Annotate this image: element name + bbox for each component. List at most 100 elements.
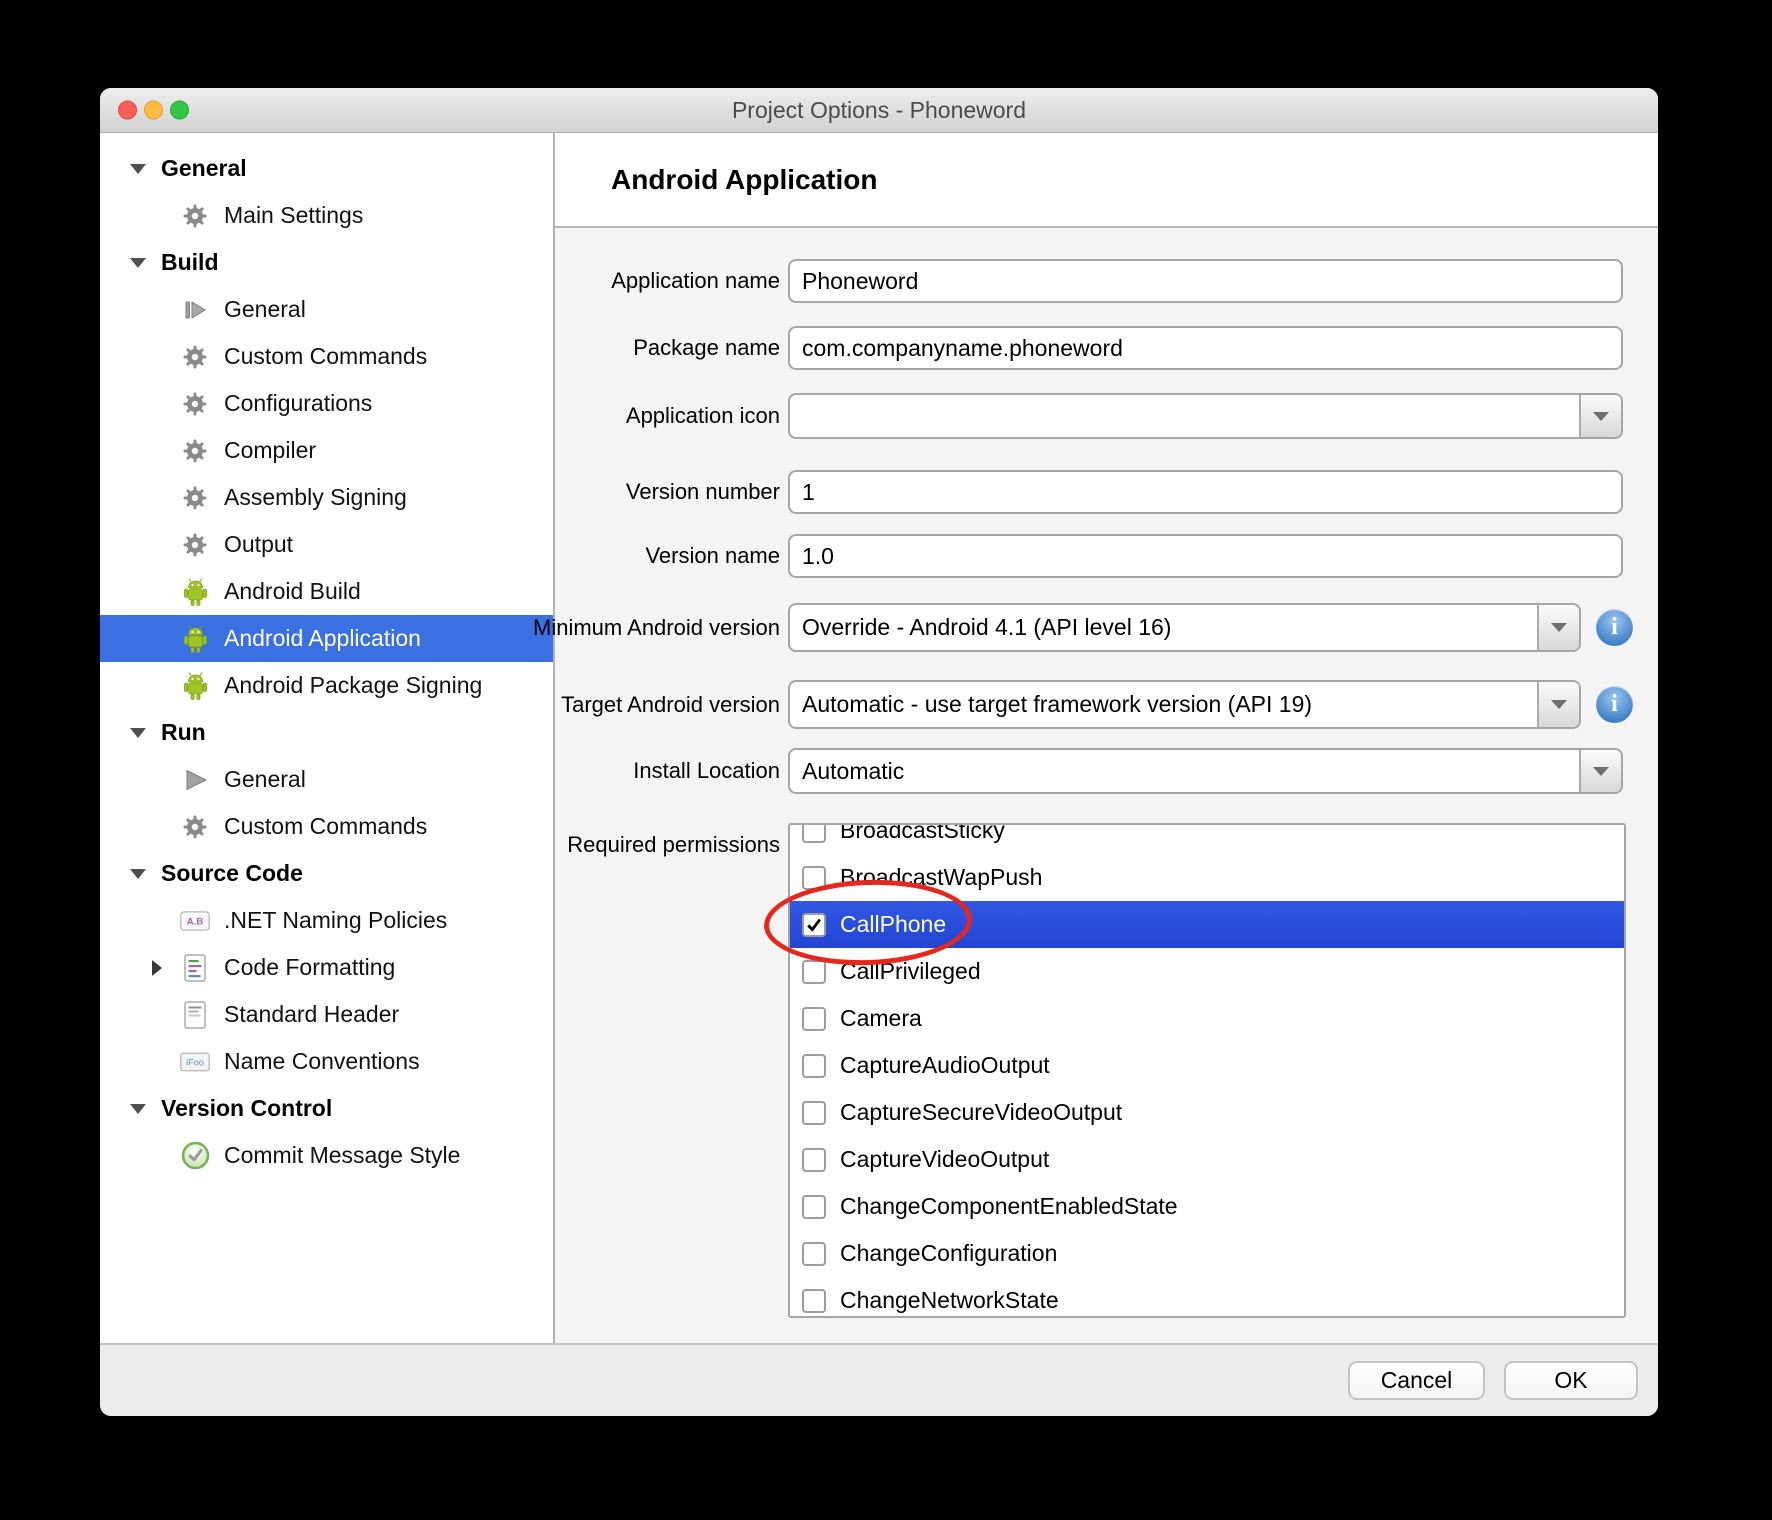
checkbox-checked[interactable] [802, 913, 826, 937]
disclosure-down-icon[interactable] [130, 1104, 146, 1114]
permission-capturesecurevideooutput[interactable]: CaptureSecureVideoOutput [790, 1089, 1624, 1136]
application-icon-select[interactable] [788, 393, 1623, 439]
sidebar-item-net-naming-policies[interactable]: A.B.NET Naming Policies [100, 897, 553, 944]
sidebar-tree: GeneralMain SettingsBuildGeneralCustom C… [100, 133, 555, 1343]
sidebar-section-general[interactable]: General [100, 145, 553, 192]
permission-callphone[interactable]: CallPhone [790, 901, 1624, 948]
close-window-button[interactable] [118, 101, 137, 120]
expander-right-icon[interactable] [152, 960, 162, 976]
checkbox-unchecked[interactable] [802, 1007, 826, 1031]
version-name-input[interactable]: 1.0 [788, 534, 1623, 578]
info-icon[interactable]: i [1596, 609, 1633, 646]
permission-changenetworkstate[interactable]: ChangeNetworkState [790, 1277, 1624, 1318]
required-permissions-list[interactable]: BroadcastSticky BroadcastWapPushCallPhone… [788, 823, 1626, 1318]
target-android-version-label: Target Android version [505, 680, 780, 729]
sidebar-section-source-code[interactable]: Source Code [100, 850, 553, 897]
permission-broadcastwappush[interactable]: BroadcastWapPush [790, 854, 1624, 901]
ifoo-badge-icon: iFoo [180, 1050, 210, 1074]
checkbox-unchecked[interactable] [802, 1195, 826, 1219]
checkbox-unchecked[interactable] [802, 1148, 826, 1172]
sidebar-item-main-settings[interactable]: Main Settings [100, 192, 553, 239]
permission-changecomponentenabledstate[interactable]: ChangeComponentEnabledState [790, 1183, 1624, 1230]
sidebar-item-label: Android Application [224, 625, 421, 652]
sidebar-section-label: General [161, 155, 247, 182]
sidebar-item-label: .NET Naming Policies [224, 907, 447, 934]
checkbox-unchecked[interactable] [802, 960, 826, 984]
minimum-android-version-select[interactable]: Override - Android 4.1 (API level 16) [788, 603, 1581, 652]
field-value: Automatic - use target framework version… [790, 682, 1579, 727]
application-name-label: Application name [505, 259, 780, 303]
disclosure-down-icon[interactable] [130, 258, 146, 268]
permission-name: ChangeComponentEnabledState [840, 1193, 1178, 1220]
permission-callprivileged[interactable]: CallPrivileged [790, 948, 1624, 995]
android-icon [180, 577, 210, 607]
info-icon[interactable]: i [1596, 686, 1633, 723]
permission-broadcaststicky[interactable]: BroadcastSticky [790, 823, 1624, 854]
gear-icon [180, 814, 210, 840]
sidebar-section-version-control[interactable]: Version Control [100, 1085, 553, 1132]
dropdown-button[interactable] [1579, 395, 1621, 437]
sidebar-item-label: Android Package Signing [224, 672, 482, 699]
dropdown-button[interactable] [1537, 605, 1579, 650]
checkbox-unchecked[interactable] [802, 866, 826, 890]
permission-camera[interactable]: Camera [790, 995, 1624, 1042]
sidebar-item-assembly-signing[interactable]: Assembly Signing [100, 474, 553, 521]
permission-name: BroadcastSticky [840, 823, 1005, 844]
sidebar-section-label: Source Code [161, 860, 303, 887]
sidebar-item-android-application[interactable]: Android Application [100, 615, 553, 662]
application-icon-label: Application icon [505, 393, 780, 439]
sidebar-item-label: Name Conventions [224, 1048, 420, 1075]
minimize-window-button[interactable] [144, 101, 163, 120]
sidebar-section-build[interactable]: Build [100, 239, 553, 286]
sidebar-item-standard-header[interactable]: Standard Header [100, 991, 553, 1038]
dialog-button-bar: Cancel OK [100, 1343, 1658, 1416]
required-permissions-label: Required permissions [505, 823, 780, 867]
checkbox-unchecked[interactable] [802, 1054, 826, 1078]
disclosure-down-icon[interactable] [130, 728, 146, 738]
gear-icon [180, 391, 210, 417]
sidebar-item-label: Assembly Signing [224, 484, 407, 511]
package-name-input[interactable]: com.companyname.phoneword [788, 326, 1623, 370]
checkbox-unchecked[interactable] [802, 1289, 826, 1313]
sidebar-item-name-conventions[interactable]: iFoo Name Conventions [100, 1038, 553, 1085]
sidebar-item-output[interactable]: Output [100, 521, 553, 568]
dropdown-button[interactable] [1537, 682, 1579, 727]
svg-text:iFoo: iFoo [186, 1057, 204, 1067]
sidebar-item-code-formatting[interactable]: Code Formatting [100, 944, 553, 991]
android-icon [180, 624, 210, 654]
target-android-version-select[interactable]: Automatic - use target framework version… [788, 680, 1581, 729]
sidebar-item-configurations[interactable]: Configurations [100, 380, 553, 427]
sidebar-item-general[interactable]: General [100, 286, 553, 333]
disclosure-down-icon[interactable] [130, 869, 146, 879]
sidebar-item-commit-message-style[interactable]: Commit Message Style [100, 1132, 553, 1179]
sidebar-item-custom-commands[interactable]: Custom Commands [100, 803, 553, 850]
cancel-button[interactable]: Cancel [1348, 1361, 1485, 1400]
minimum-android-version-label: Minimum Android version [505, 603, 780, 652]
install-location-label: Install Location [505, 748, 780, 794]
install-location-select[interactable]: Automatic [788, 748, 1623, 794]
checkbox-unchecked[interactable] [802, 823, 826, 843]
code-formatting-icon [180, 953, 210, 983]
zoom-window-button[interactable] [170, 101, 189, 120]
checkbox-unchecked[interactable] [802, 1101, 826, 1125]
sidebar-item-android-build[interactable]: Android Build [100, 568, 553, 615]
gear-icon [180, 485, 210, 511]
sidebar-item-general[interactable]: General [100, 756, 553, 803]
checkbox-unchecked[interactable] [802, 1242, 826, 1266]
sidebar-item-custom-commands[interactable]: Custom Commands [100, 333, 553, 380]
gear-icon [180, 532, 210, 558]
ok-button[interactable]: OK [1504, 1361, 1638, 1400]
gear-icon [180, 438, 210, 464]
application-name-input[interactable]: Phoneword [788, 259, 1623, 303]
sidebar-section-label: Build [161, 249, 219, 276]
sidebar-item-compiler[interactable]: Compiler [100, 427, 553, 474]
permission-capturevideooutput[interactable]: CaptureVideoOutput [790, 1136, 1624, 1183]
dropdown-button[interactable] [1579, 750, 1621, 792]
window-titlebar[interactable]: Project Options - Phoneword [100, 88, 1658, 133]
version-number-input[interactable]: 1 [788, 470, 1623, 514]
permission-captureaudiooutput[interactable]: CaptureAudioOutput [790, 1042, 1624, 1089]
disclosure-down-icon[interactable] [130, 164, 146, 174]
sidebar-item-android-package-signing[interactable]: Android Package Signing [100, 662, 553, 709]
permission-changeconfiguration[interactable]: ChangeConfiguration [790, 1230, 1624, 1277]
sidebar-section-run[interactable]: Run [100, 709, 553, 756]
